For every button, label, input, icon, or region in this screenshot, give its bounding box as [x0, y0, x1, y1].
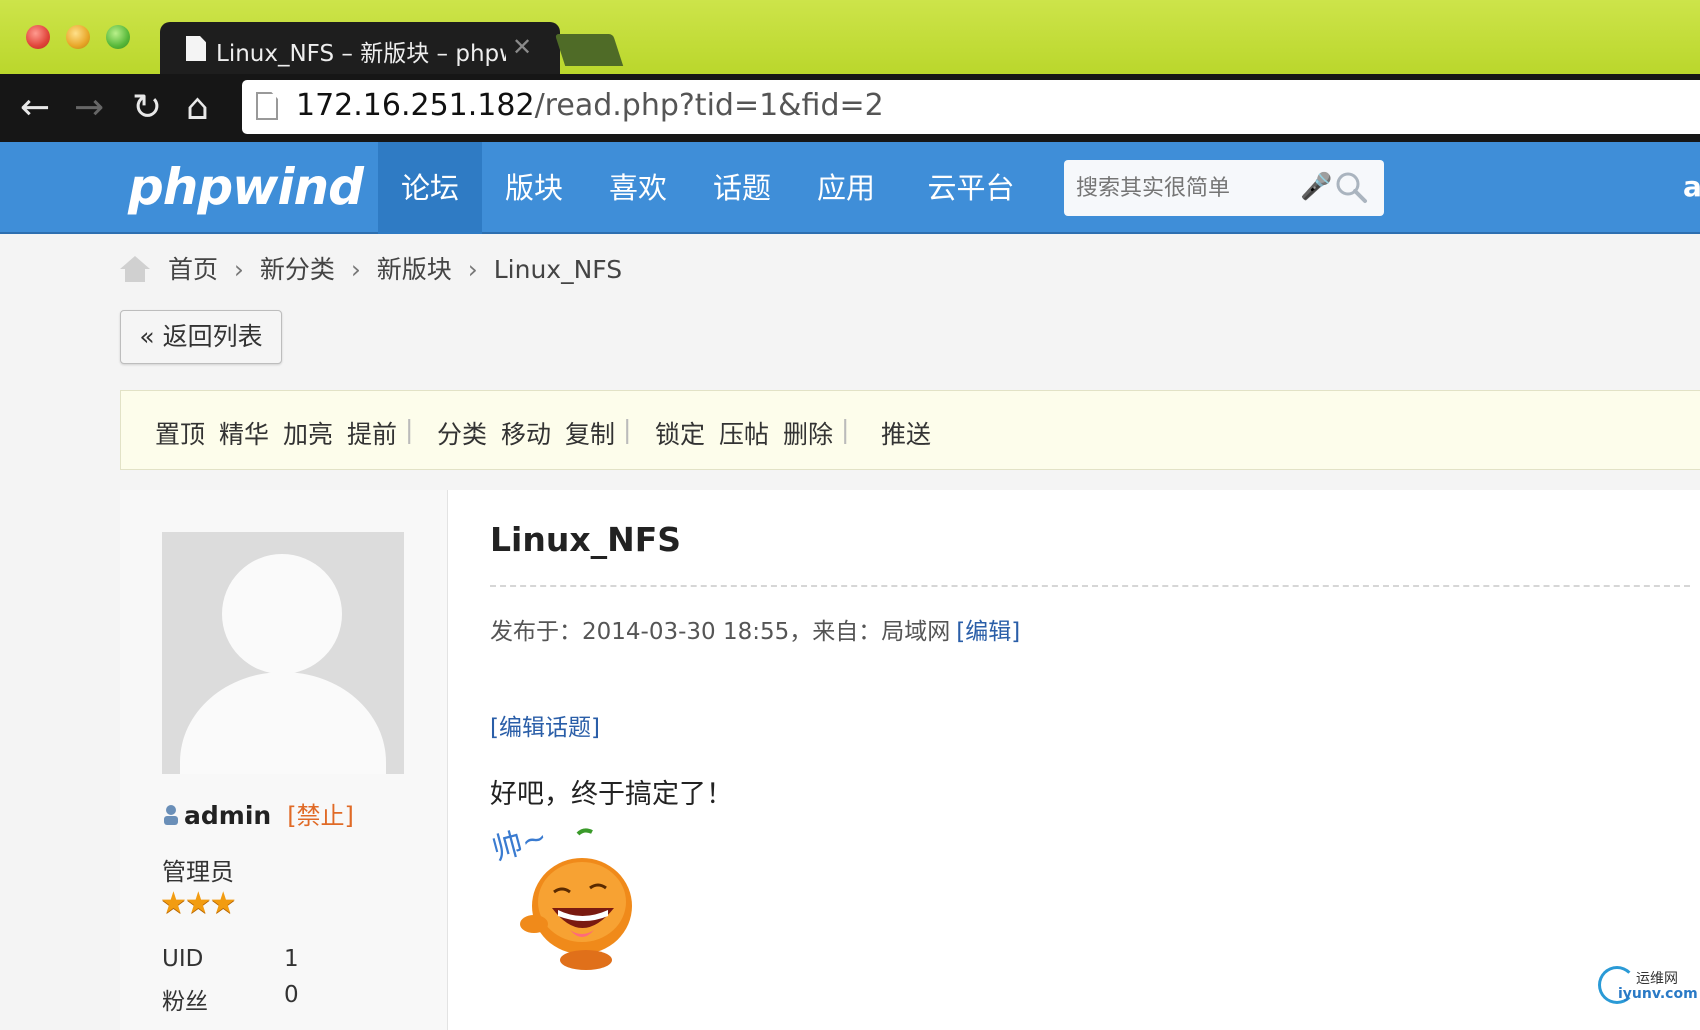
breadcrumb: 首页 › 新分类 › 新版块 › Linux_NFS — [118, 250, 622, 290]
author-sidebar: admin [禁止] 管理员 ★★★ UID 1 粉丝 0 — [120, 490, 448, 1030]
home-icon[interactable] — [118, 254, 152, 284]
edit-topic-link[interactable]: [编辑话题] — [490, 708, 600, 742]
mod-lock[interactable]: 锁定 — [655, 415, 705, 451]
emoji-caption: 帅~ — [490, 822, 551, 868]
emoticon-icon: 帅~ — [490, 822, 632, 970]
browser-toolbar: ← → ↻ ⌂ 172.16.251.182/read.php?tid=1&fi… — [0, 74, 1700, 142]
address-bar[interactable]: 172.16.251.182/read.php?tid=1&fid=2 — [242, 80, 1700, 134]
mod-highlight[interactable]: 加亮 — [283, 415, 333, 451]
forward-arrow-icon[interactable]: → — [74, 88, 104, 128]
mod-separator: | — [623, 415, 632, 444]
avatar-head-shape — [222, 554, 342, 674]
edit-post-link[interactable]: [编辑] — [956, 619, 1020, 645]
post-meta: 发布于：2014-03-30 18:55，来自：局域网 [编辑] — [490, 612, 1020, 646]
stat-value-uid: 1 — [284, 946, 299, 972]
nav-apps[interactable]: 应用 — [794, 142, 898, 234]
phpwind-logo[interactable]: phpwind — [128, 158, 364, 216]
watermark-line1: 运维网 — [1636, 971, 1678, 987]
stat-label-fans: 粉丝 — [162, 989, 208, 1015]
home-icon[interactable]: ⌂ — [186, 88, 209, 128]
mod-copy[interactable]: 复制 — [565, 415, 615, 451]
search-box: 🎤 — [1064, 160, 1384, 216]
breadcrumb-home[interactable]: 首页 — [168, 255, 218, 284]
nav-topics[interactable]: 话题 — [690, 142, 794, 234]
mod-separator: | — [405, 415, 414, 444]
breadcrumb-category[interactable]: 新分类 — [260, 255, 335, 284]
avatar-body-shape — [180, 672, 386, 774]
chevron-right-icon: › — [350, 255, 361, 284]
page-icon — [186, 36, 206, 61]
site-watermark-logo: 运维网 iyunv.com — [1598, 962, 1698, 1006]
post-source: 局域网 — [881, 619, 951, 645]
browser-chrome: Linux_NFS – 新版块 – phpwi ✕ ← → ↻ ⌂ 172.16… — [0, 0, 1700, 142]
mod-separator: | — [841, 415, 850, 444]
mod-digest[interactable]: 精华 — [219, 415, 269, 451]
ban-user-link[interactable]: [禁止] — [287, 802, 354, 830]
mod-delete[interactable]: 删除 — [783, 415, 833, 451]
post-datetime: 2014-03-30 18:55 — [582, 619, 790, 645]
title-divider — [490, 585, 1690, 587]
moderation-toolbar: 置顶 精华 加亮 提前 | 分类 移动 复制 | 锁定 压帖 删除 | 推送 — [120, 390, 1700, 470]
mod-move[interactable]: 移动 — [501, 415, 551, 451]
meta-prefix: 发布于： — [490, 619, 582, 645]
post-body: 好吧，终于搞定了！ — [490, 779, 733, 810]
url-text[interactable]: 172.16.251.182/read.php?tid=1&fid=2 — [296, 88, 884, 123]
breadcrumb-board[interactable]: 新版块 — [377, 255, 452, 284]
url-path: /read.php?tid=1&fid=2 — [534, 88, 884, 123]
minimize-window-button[interactable] — [66, 25, 90, 49]
url-host: 172.16.251.182 — [296, 88, 535, 123]
mod-push[interactable]: 推送 — [881, 415, 931, 451]
watermark-line2: iyunv.com — [1618, 986, 1698, 1002]
back-arrow-icon[interactable]: ← — [20, 88, 50, 128]
author-role: 管理员 — [162, 858, 234, 886]
rank-stars-icon: ★★★ — [160, 886, 237, 921]
post-content: Linux_NFS 发布于：2014-03-30 18:55，来自：局域网 [编辑… — [490, 490, 1700, 1030]
microphone-icon[interactable]: 🎤 — [1300, 172, 1332, 202]
new-tab-button[interactable] — [554, 34, 624, 66]
user-menu[interactable]: a — [1683, 170, 1700, 203]
meta-from-label: ，来自： — [789, 619, 882, 645]
reload-icon[interactable]: ↻ — [132, 88, 162, 128]
nav-likes[interactable]: 喜欢 — [586, 142, 690, 234]
stat-value-fans[interactable]: 0 — [284, 982, 299, 1008]
tab-close-icon[interactable]: ✕ — [512, 33, 532, 61]
nav-forum[interactable]: 论坛 — [378, 142, 482, 234]
mod-pin[interactable]: 置顶 — [155, 415, 205, 451]
breadcrumb-current: Linux_NFS — [493, 255, 623, 284]
back-to-list-button[interactable]: « 返回列表 — [120, 310, 282, 364]
chevron-right-icon: › — [233, 255, 244, 284]
close-window-button[interactable] — [26, 25, 50, 49]
post: admin [禁止] 管理员 ★★★ UID 1 粉丝 0 Linux_NFS 发… — [120, 490, 1700, 1030]
username-row: admin [禁止] — [162, 796, 354, 831]
mod-bump[interactable]: 提前 — [347, 415, 397, 451]
author-username[interactable]: admin — [184, 801, 271, 830]
zoom-window-button[interactable] — [106, 25, 130, 49]
avatar[interactable] — [162, 532, 404, 774]
mod-sink[interactable]: 压帖 — [719, 415, 769, 451]
chevron-right-icon: › — [467, 255, 478, 284]
nav-cloud-platform[interactable]: 云平台 — [904, 142, 1038, 234]
nav-boards[interactable]: 版块 — [482, 142, 586, 234]
search-input[interactable] — [1074, 170, 1294, 206]
mod-categorize[interactable]: 分类 — [437, 415, 487, 451]
admin-user-icon — [164, 805, 178, 825]
post-title: Linux_NFS — [490, 520, 682, 559]
site-header: phpwind 论坛 版块 喜欢 话题 应用 云平台 🎤 a — [0, 142, 1700, 234]
browser-tab[interactable]: Linux_NFS – 新版块 – phpwi ✕ — [160, 22, 560, 74]
tab-title: Linux_NFS – 新版块 – phpwi — [216, 41, 506, 67]
document-icon — [256, 92, 278, 120]
search-icon[interactable] — [1334, 170, 1368, 204]
stat-label-uid: UID — [162, 946, 204, 972]
